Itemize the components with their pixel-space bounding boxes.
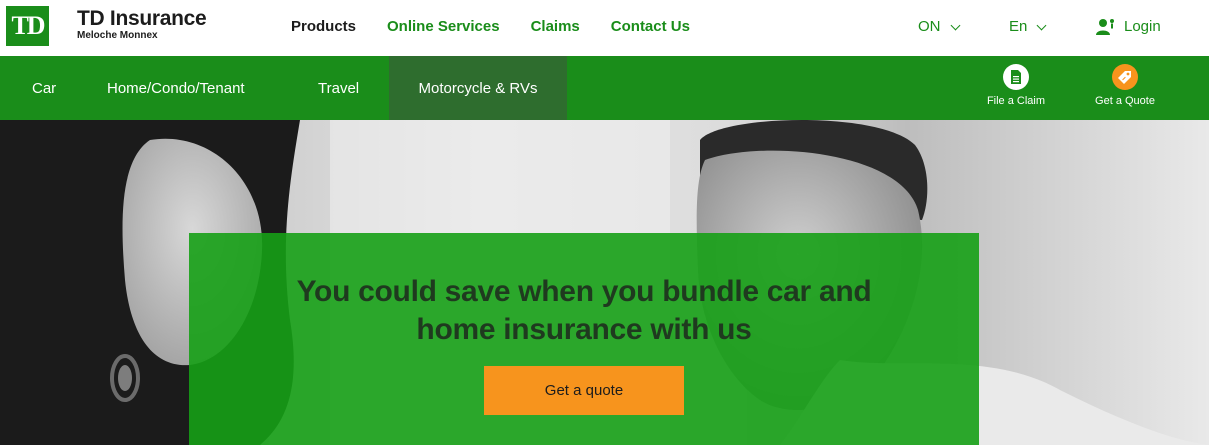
hero-banner: You could save when you bundle car and ho… <box>0 120 1209 445</box>
product-subnav: Car Home/Condo/Tenant Travel Motorcycle … <box>0 56 1209 120</box>
file-claim-label: File a Claim <box>986 95 1046 107</box>
price-tag-icon <box>1112 64 1138 90</box>
promo-panel: You could save when you bundle car and ho… <box>189 233 979 445</box>
top-header: TD TD Insurance Meloche Monnex Products … <box>0 0 1209 56</box>
brand-name: TD Insurance <box>77 7 207 30</box>
subnav-car[interactable]: Car <box>32 56 56 120</box>
promo-headline: You could save when you bundle car and ho… <box>296 275 872 346</box>
user-icon <box>1096 19 1114 35</box>
province-label: ON <box>918 18 941 35</box>
subnav-motorcycle-rvs[interactable]: Motorcycle & RVs <box>389 56 567 120</box>
province-selector[interactable]: ON <box>918 17 960 37</box>
login-label: Login <box>1124 18 1161 35</box>
subnav-travel[interactable]: Travel <box>318 56 359 120</box>
document-icon <box>1003 64 1029 90</box>
td-logo[interactable]: TD <box>6 6 49 46</box>
chevron-down-icon <box>1036 20 1047 30</box>
file-claim-button[interactable]: File a Claim <box>976 64 1056 107</box>
brand-subtitle: Meloche Monnex <box>77 30 158 41</box>
nav-claims[interactable]: Claims <box>531 17 580 37</box>
get-quote-shortcut[interactable]: Get a Quote <box>1085 64 1165 107</box>
brand-wordmark[interactable]: TD Insurance Meloche Monnex <box>77 7 207 42</box>
language-label: En <box>1009 18 1028 35</box>
nav-contact-us[interactable]: Contact Us <box>611 17 690 37</box>
chevron-down-icon <box>950 20 960 30</box>
nav-products[interactable]: Products <box>291 17 356 37</box>
get-quote-button[interactable]: Get a quote <box>484 366 684 415</box>
login-link[interactable]: Login <box>1096 17 1161 37</box>
nav-online-services[interactable]: Online Services <box>387 17 500 37</box>
language-selector[interactable]: En <box>1009 17 1047 37</box>
subnav-home-condo-tenant[interactable]: Home/Condo/Tenant <box>107 56 245 120</box>
get-quote-label: Get a Quote <box>1095 95 1155 107</box>
main-nav: Products Online Services Claims Contact … <box>291 17 721 37</box>
